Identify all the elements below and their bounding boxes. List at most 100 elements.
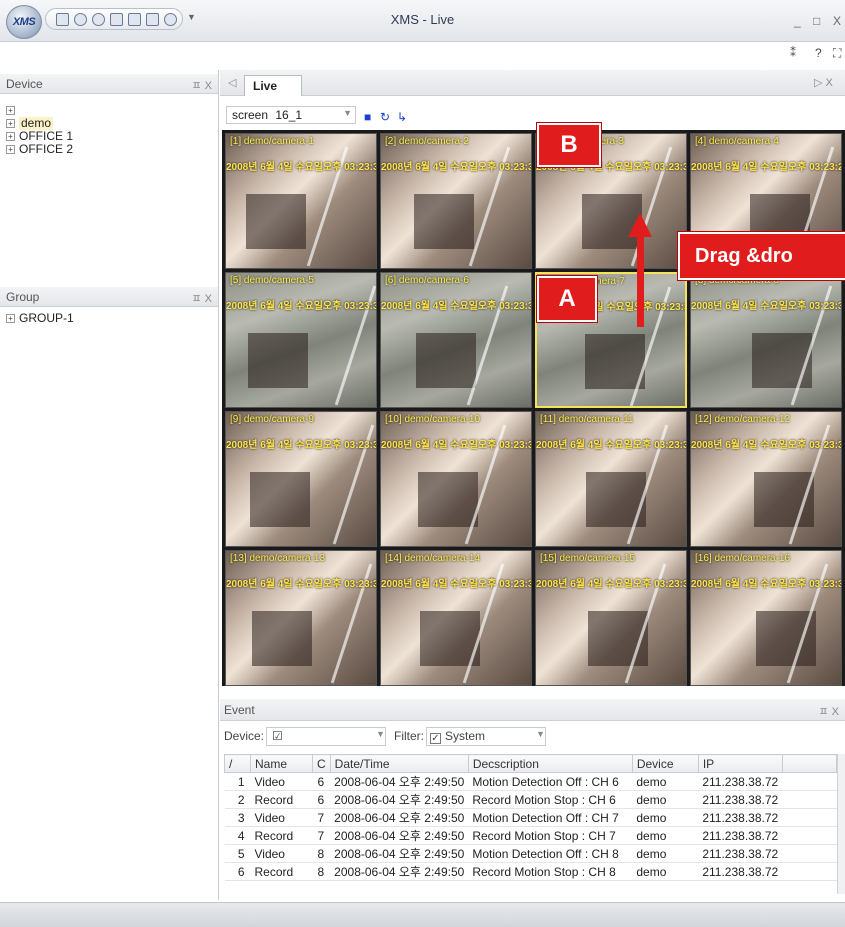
group-tree: + GROUP-1 <box>6 312 74 325</box>
camera-label: [11] demo/camera-11 <box>540 414 634 425</box>
column-header[interactable]: Name <box>250 754 313 773</box>
layout-icon[interactable]: ⁑ <box>790 46 796 60</box>
table-cell-device: demo <box>632 772 699 791</box>
screen-toolbar: screen 16_1 ▼ ■ ↻ ↳ <box>222 104 845 128</box>
table-cell-filler <box>782 772 837 791</box>
camera-tile[interactable]: [12] demo/camera-12 2008년 6월 4일 수요일오후 03:… <box>690 411 842 547</box>
event-scrollbar[interactable] <box>837 754 845 894</box>
expand-icon[interactable]: + <box>6 106 15 115</box>
table-cell-name: Video <box>250 772 313 791</box>
camera-tile[interactable]: [6] demo/camera-6 2008년 6월 4일 수요일오후 03:23… <box>380 272 532 408</box>
device-filter-select[interactable] <box>266 727 386 746</box>
chevron-down-icon[interactable]: ▼ <box>376 729 385 739</box>
camera-label: [13] demo/camera-13 <box>230 553 326 564</box>
table-row[interactable]: 4 Record 7 2008-06-04 오후 2:49:50 Record Moti… <box>224 826 837 845</box>
tree-item-group-1[interactable]: + GROUP-1 <box>6 312 74 325</box>
table-cell-n: 3 <box>224 808 251 827</box>
column-header[interactable]: Date/Time <box>329 754 469 773</box>
close-button[interactable]: X <box>833 14 841 28</box>
camera-tile[interactable]: [8] demo/camera-8 2008년 6월 4일 수요일오후 03:23… <box>690 272 842 408</box>
refresh-icon[interactable]: ↻ <box>380 110 390 124</box>
table-cell-c: 6 <box>312 772 331 791</box>
table-cell-n: 6 <box>224 862 251 881</box>
camera-timestamp: 2008년 6월 4일 수요일오후 03:23:32 <box>381 301 532 312</box>
camera-tile[interactable]: [16] demo/camera-16 2008년 6월 4일 수요일오후 03:… <box>690 550 842 686</box>
table-cell-c: 7 <box>312 826 331 845</box>
tree-item-office-2[interactable]: + OFFICE 2 <box>6 143 73 156</box>
camera-timestamp: 2008년 6월 4일 수요일오후 03:23:34 <box>381 579 532 590</box>
camera-label: [1] demo/camera-1 <box>230 136 314 147</box>
camera-label: [15] demo/camera-15 <box>540 553 636 564</box>
screen-layout-select[interactable]: screen 16_1 ▼ <box>226 106 356 124</box>
table-cell-desc: Motion Detection Off : CH 6 <box>468 772 633 791</box>
scene-shadow <box>248 333 308 388</box>
camera-tile[interactable]: [5] demo/camera-5 2008년 6월 4일 수요일오후 03:23… <box>225 272 377 408</box>
camera-label: [14] demo/camera-14 <box>385 553 481 564</box>
expand-icon[interactable]: + <box>6 145 15 154</box>
event-table: / Name C Date/Time Decscription Device I… <box>224 754 838 881</box>
device-filter-label: Device: <box>224 729 265 743</box>
minimize-button[interactable]: _ <box>794 14 801 28</box>
callout-a: A <box>536 275 598 323</box>
camera-timestamp: 2008년 6월 4일 수요일오후 03:23:34 <box>226 579 377 590</box>
device-filter-checkbox[interactable]: ☑ <box>272 729 283 743</box>
table-cell-datetime: 2008-06-04 오후 2:49:50 <box>330 772 469 791</box>
tab-controls[interactable]: ▷ X <box>814 76 833 89</box>
panel-splitter[interactable] <box>218 70 219 900</box>
checkbox-checked-icon: ✓ <box>430 733 441 744</box>
camera-tile[interactable]: [11] demo/camera-11 2008년 6월 4일 수요일오후 03:… <box>535 411 687 547</box>
camera-tile[interactable]: [2] demo/camera-2 2008년 6월 4일 수요일오후 03:23… <box>380 133 532 269</box>
layout-tool-icon[interactable]: ↳ <box>397 110 407 124</box>
stop-icon[interactable]: ■ <box>364 110 371 124</box>
scene-shadow <box>416 333 476 388</box>
fullscreen-icon[interactable]: ⛶ <box>833 46 841 61</box>
filter-system-option[interactable]: ✓ System <box>430 729 485 744</box>
camera-tile[interactable]: [13] demo/camera-13 2008년 6월 4일 수요일오후 03:… <box>225 550 377 686</box>
table-cell-c: 7 <box>312 808 331 827</box>
status-bar <box>0 902 845 927</box>
table-cell-filler <box>782 862 837 881</box>
group-panel-controls[interactable]: ㅍ X <box>191 290 212 306</box>
column-header[interactable]: / <box>224 754 251 773</box>
table-row[interactable]: 1 Video 6 2008-06-04 오후 2:49:50 Motion Detec… <box>224 772 837 791</box>
event-panel-controls[interactable]: ㅍ X <box>818 703 839 719</box>
camera-timestamp: 2008년 6월 4일 수요일오후 03:23:34 <box>536 440 687 451</box>
table-row[interactable]: 6 Record 8 2008-06-04 오후 2:49:50 Record Moti… <box>224 862 837 881</box>
camera-tile[interactable]: [1] demo/camera-1 2008년 6월 4일 수요일오후 03:23… <box>225 133 377 269</box>
camera-label: [9] demo/camera-9 <box>230 414 314 425</box>
chevron-down-icon[interactable]: ▼ <box>536 729 545 739</box>
table-row[interactable]: 3 Video 7 2008-06-04 오후 2:49:50 Motion Detec… <box>224 808 837 827</box>
expand-icon[interactable]: + <box>6 132 15 141</box>
camera-tile[interactable]: [9] demo/camera-9 2008년 6월 4일 수요일오후 03:23… <box>225 411 377 547</box>
event-filter-bar: Device: ☑ ▼ Filter: ✓ System ▼ <box>220 724 845 749</box>
table-cell-device: demo <box>632 862 699 881</box>
maximize-button[interactable]: □ <box>813 14 820 28</box>
help-button[interactable]: ? <box>815 46 822 60</box>
camera-tile[interactable]: [14] demo/camera-14 2008년 6월 4일 수요일오후 03:… <box>380 550 532 686</box>
column-header[interactable]: Decscription <box>467 754 633 773</box>
expand-icon[interactable]: + <box>6 314 15 323</box>
camera-timestamp: 2008년 6월 4일 수요일오후 03:23:32 <box>691 440 842 451</box>
scene-shadow <box>250 472 310 527</box>
table-cell-n: 1 <box>224 772 251 791</box>
expand-icon[interactable]: + <box>6 119 15 128</box>
device-panel-controls[interactable]: ㅍ X <box>191 77 212 93</box>
column-header[interactable]: Device <box>631 754 699 773</box>
table-row[interactable]: 5 Video 8 2008-06-04 오후 2:49:50 Motion Detec… <box>224 844 837 863</box>
chevron-down-icon: ▼ <box>343 108 352 118</box>
column-header[interactable]: IP <box>697 754 783 773</box>
tab-live[interactable]: Live <box>244 75 302 96</box>
scene-shadow <box>418 472 478 527</box>
camera-timestamp: 2008년 6월 4일 수요일오후 03:23:31 <box>226 301 377 312</box>
table-cell-desc: Record Motion Stop : CH 7 <box>468 826 633 845</box>
table-cell-device: demo <box>632 826 699 845</box>
camera-tile[interactable]: [15] demo/camera-15 2008년 6월 4일 수요일오후 03:… <box>535 550 687 686</box>
table-cell-device: demo <box>632 790 699 809</box>
camera-grid: [1] demo/camera-1 2008년 6월 4일 수요일오후 03:23… <box>222 130 845 686</box>
camera-tile[interactable]: [10] demo/camera-10 2008년 6월 4일 수요일오후 03:… <box>380 411 532 547</box>
table-row[interactable]: 2 Record 6 2008-06-04 오후 2:49:50 Record Moti… <box>224 790 837 809</box>
column-header[interactable]: C <box>312 754 331 773</box>
table-cell-datetime: 2008-06-04 오후 2:49:50 <box>330 808 469 827</box>
scene-shadow <box>752 333 812 388</box>
tab-scroll-left-icon[interactable]: ◁ <box>228 76 236 89</box>
